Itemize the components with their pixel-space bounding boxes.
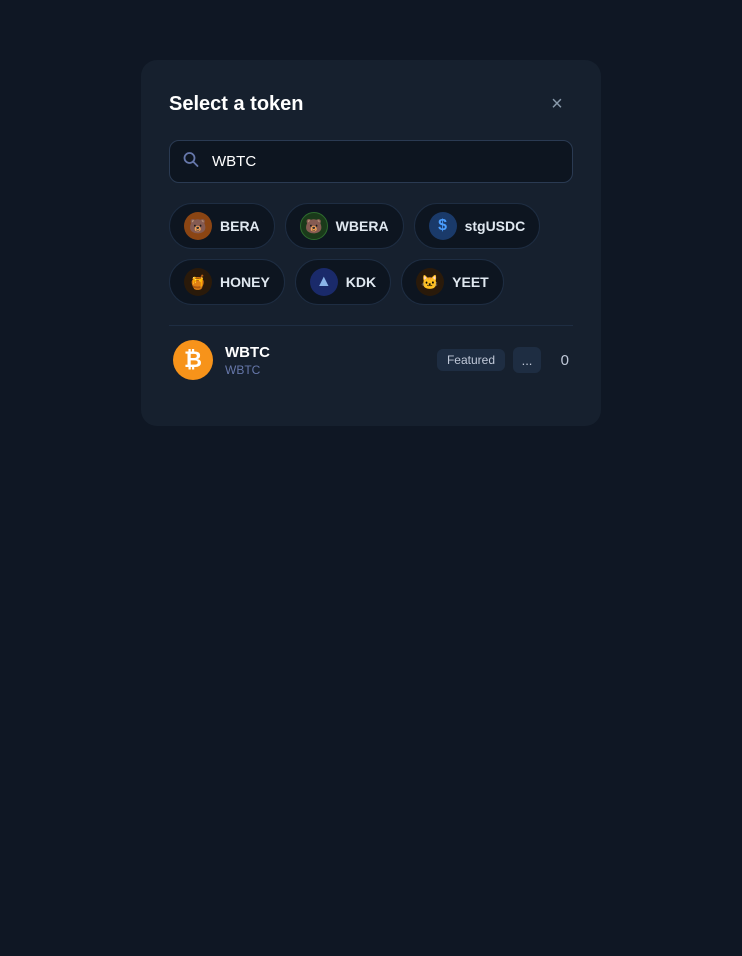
wbera-icon: 🐻	[300, 212, 328, 240]
token-balance: 0	[549, 352, 569, 369]
quick-tokens-container: 🐻 BERA 🐻 WBERA $ stgUSDC 🍯 HONEY ▲ KDK 🐱	[169, 203, 573, 305]
token-row-left: ₿ WBTC WBTC	[173, 340, 270, 380]
honey-icon: 🍯	[184, 268, 212, 296]
wbtc-icon: ₿	[173, 340, 213, 380]
close-button[interactable]: ×	[541, 88, 573, 120]
wbera-label: WBERA	[336, 218, 389, 234]
wbtc-info: WBTC WBTC	[225, 344, 270, 377]
yeet-label: YEET	[452, 274, 489, 290]
yeet-icon: 🐱	[416, 268, 444, 296]
token-chip-kdk[interactable]: ▲ KDK	[295, 259, 391, 305]
token-chip-bera[interactable]: 🐻 BERA	[169, 203, 275, 249]
token-chip-honey[interactable]: 🍯 HONEY	[169, 259, 285, 305]
stgusdc-label: stgUSDC	[465, 218, 526, 234]
search-icon	[183, 151, 199, 172]
featured-badge: Featured	[437, 349, 505, 371]
wbtc-name: WBTC	[225, 344, 270, 361]
token-chip-yeet[interactable]: 🐱 YEET	[401, 259, 504, 305]
more-options-button[interactable]: ...	[513, 347, 541, 373]
search-input[interactable]	[169, 140, 573, 183]
stgusdc-icon: $	[429, 212, 457, 240]
token-row-wbtc[interactable]: ₿ WBTC WBTC Featured ... 0	[169, 326, 573, 394]
token-row-right: Featured ... 0	[437, 347, 569, 373]
search-container	[169, 140, 573, 183]
kdk-icon: ▲	[310, 268, 338, 296]
kdk-label: KDK	[346, 274, 376, 290]
modal-title: Select a token	[169, 93, 304, 116]
select-token-modal: Select a token × 🐻 BERA 🐻 WBERA	[141, 60, 601, 426]
bera-icon: 🐻	[184, 212, 212, 240]
wbtc-symbol: WBTC	[225, 363, 270, 377]
token-chip-stgusdc[interactable]: $ stgUSDC	[414, 203, 541, 249]
honey-label: HONEY	[220, 274, 270, 290]
token-chip-wbera[interactable]: 🐻 WBERA	[285, 203, 404, 249]
bera-label: BERA	[220, 218, 260, 234]
modal-header: Select a token ×	[169, 88, 573, 120]
token-list: ₿ WBTC WBTC Featured ... 0	[169, 326, 573, 394]
page-backdrop: Select a token × 🐻 BERA 🐻 WBERA	[0, 0, 742, 956]
